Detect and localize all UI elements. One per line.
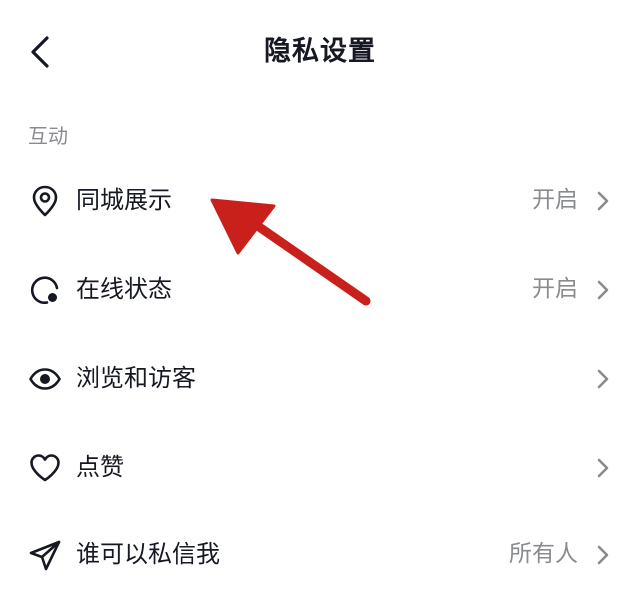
chevron-right-icon: [597, 545, 609, 565]
row-value: 开启: [532, 276, 578, 302]
chevron-right-icon: [597, 369, 609, 389]
heart-icon: [30, 454, 60, 482]
row-views-and-visitors[interactable]: 浏览和访客: [0, 336, 640, 424]
eye-icon: [29, 368, 61, 390]
row-online-status[interactable]: 在线状态 开启: [0, 247, 640, 335]
send-icon: [29, 540, 61, 571]
section-title-interaction: 互动: [28, 124, 68, 148]
chevron-right-icon: [597, 280, 609, 300]
row-likes[interactable]: 点赞: [0, 425, 640, 513]
row-label: 点赞: [76, 453, 124, 481]
row-value: 开启: [532, 187, 578, 213]
online-status-icon: [30, 276, 59, 305]
row-nearby-display[interactable]: 同城展示 开启: [0, 158, 640, 246]
row-label: 在线状态: [76, 275, 172, 303]
chevron-right-icon: [597, 458, 609, 478]
page-title: 隐私设置: [264, 36, 376, 67]
row-label: 浏览和访客: [76, 364, 196, 392]
row-who-can-message-me[interactable]: 谁可以私信我 所有人: [0, 512, 640, 600]
chevron-right-icon: [597, 191, 609, 211]
row-label: 同城展示: [76, 186, 172, 214]
location-pin-icon: [32, 185, 58, 217]
row-label: 谁可以私信我: [76, 540, 220, 568]
header-bar: 隐私设置: [0, 0, 640, 104]
row-value: 所有人: [509, 541, 578, 567]
